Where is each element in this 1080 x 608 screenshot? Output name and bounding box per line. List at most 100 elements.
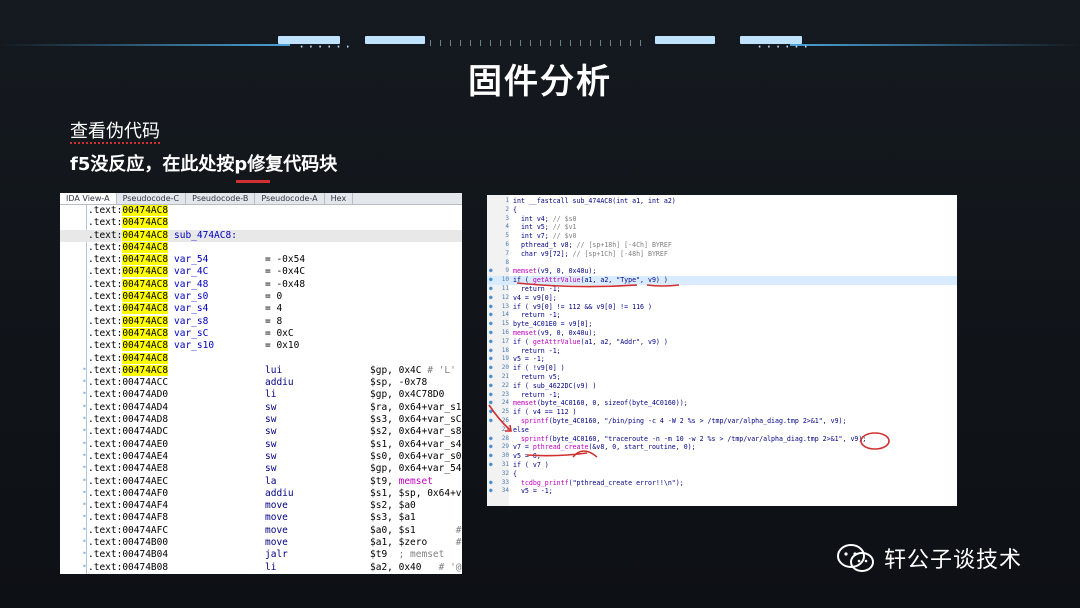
ida-row[interactable]: .text:00474AC8 var_s8 = 8	[60, 315, 462, 328]
ida-row[interactable]: .text:00474AC8	[60, 352, 462, 365]
pseudocode-line[interactable]: ● 24 memset(byte_4C0160, 0, sizeof(byte_4C…	[487, 399, 957, 408]
ida-row[interactable]: .text:00474AC8 var_4C = -0x4C	[60, 266, 462, 278]
pseudocode-line[interactable]: ● 31 if ( v7 )	[487, 461, 957, 470]
pseudocode-line[interactable]: 4 int v5; // $v1	[487, 223, 957, 232]
pseudocode-line[interactable]: 7 char v9[72]; // [sp+1Ch] [-48h] BYREF	[487, 250, 957, 259]
ida-row[interactable]: •.text:00474AE0 sw $s1, 0x64+var_s4($sp)	[60, 439, 462, 451]
ida-address: 00474ACC	[122, 377, 169, 389]
pseudocode-line[interactable]: 3 int v4; // $s0	[487, 215, 957, 224]
pseudocode-line[interactable]: ● 22 if ( sub_4622DC(v9) )	[487, 382, 957, 391]
breakpoint-dot-icon[interactable]: •	[82, 549, 87, 558]
breakpoint-dot-icon[interactable]: •	[82, 488, 87, 497]
breakpoint-dot-icon[interactable]: •	[82, 562, 87, 571]
ida-row[interactable]: •.text:00474B08 li $a2, 0x40 # '@' # n	[60, 562, 462, 574]
pseudocode-listing[interactable]: 1 int __fastcall sub_474AC8(int a1, int a…	[487, 197, 957, 496]
ida-row[interactable]: • .text:00474B04 jalr $t9 ; memset	[60, 549, 462, 561]
breakpoint-dot-icon[interactable]: •	[82, 426, 87, 435]
pseudocode-line[interactable]: ● 12 v4 = v9[0];	[487, 294, 957, 303]
pseudocode-line[interactable]: 5 int v7; // $v0	[487, 232, 957, 241]
ida-row[interactable]: • .text:00474ACC addiu $sp, -0x78	[60, 377, 462, 389]
ida-row[interactable]: •.text:00474AD8 sw $s3, 0x64+var_sC($sp)	[60, 414, 462, 426]
ida-row[interactable]: • .text:00474AC8 lui $gp, 0x4C # 'L'	[60, 364, 462, 377]
ida-row[interactable]: .text:00474AC8 var_s0 = 0	[60, 291, 462, 303]
pseudocode-line[interactable]: ● 11 return -1;	[487, 285, 957, 294]
ida-address: 00474AEC	[122, 475, 169, 487]
ida-row[interactable]: • .text:00474AEC la $t9, memset	[60, 476, 462, 488]
ida-row[interactable]: • .text:00474AD0 li $gp, 0x4C78D0	[60, 389, 462, 401]
ida-row[interactable]: •.text:00474AE8 sw $gp, 0x64+var_54($sp)	[60, 463, 462, 475]
ida-row[interactable]: .text:00474AC8 var_s10 = 0x10	[60, 340, 462, 352]
pseudocode-line[interactable]: ● 13 if ( v9[0] != 112 && v9[0] != 116 )	[487, 303, 957, 312]
ida-row[interactable]: .text:00474AC8	[60, 241, 462, 254]
wechat-icon	[837, 544, 874, 572]
breakpoint-dot-icon[interactable]: •	[82, 476, 87, 485]
breakpoint-dot-icon[interactable]: •	[82, 377, 87, 386]
ida-row[interactable]: .text:00474AC8 var_sC = 0xC	[60, 327, 462, 340]
breakpoint-dot-icon[interactable]: •	[82, 402, 87, 411]
breakpoint-dot-icon[interactable]: •	[82, 365, 87, 374]
pseudocode-line[interactable]: 2{	[487, 206, 957, 215]
breakpoint-dot-icon[interactable]: •	[82, 439, 87, 448]
code-text: return -1;	[513, 284, 561, 293]
pseudocode-line[interactable]: 27 else	[487, 426, 957, 435]
pseudocode-line[interactable]: 1 int __fastcall sub_474AC8(int a1, int a…	[487, 197, 957, 206]
ida-tab[interactable]: Pseudocode-C	[117, 193, 187, 204]
pseudocode-line[interactable]: ● 33 tcdbg_printf("pthread_create error!!…	[487, 479, 957, 488]
pseudocode-line[interactable]: ● 34 v5 = -1;	[487, 487, 957, 496]
ida-disassembly-view[interactable]: IDA View-A Pseudocode-C Pseudocode-B Pseudo…	[60, 193, 462, 574]
ida-segment: .text:	[88, 254, 123, 266]
pseudocode-line[interactable]: ● 18 return -1;	[487, 347, 957, 356]
pseudocode-line[interactable]: ● 15 byte_4C01E0 = v9[0];	[487, 320, 957, 329]
ida-row[interactable]: •.text:00474AE4 sw $s0, 0x64+var_s0($sp)	[60, 451, 462, 463]
ida-tab[interactable]: Pseudocode-A	[255, 193, 325, 204]
pseudocode-line[interactable]: ● 10 if ( getAttrValue(a1, a2, "Type", v9)…	[487, 276, 957, 285]
pseudocode-line[interactable]: ● 26 sprintf(byte_4C0160, "/bin/ping -c 4…	[487, 417, 957, 426]
pseudocode-line[interactable]: ● 17 if ( getAttrValue(a1, a2, "Addr", v9)…	[487, 338, 957, 347]
ida-row[interactable]: .text:00474AC8 var_s4 = 4	[60, 303, 462, 315]
pseudocode-line[interactable]: 6 pthread_t v8; // [sp+18h] [-4Ch] BYREF	[487, 241, 957, 250]
pseudocode-line[interactable]: ● 23 return -1;	[487, 391, 957, 400]
pseudocode-line[interactable]: 8	[487, 259, 957, 268]
ida-row[interactable]: .text:00474AC8 sub_474AC8:	[60, 229, 462, 242]
ida-address: 00474AC8	[122, 303, 169, 315]
ida-operands: $ra, 0x64+var_s10($sp)	[370, 402, 462, 413]
breakpoint-dot-icon[interactable]: •	[82, 463, 87, 472]
pseudocode-line[interactable]: ● 28 sprintf(byte_4C0160, "traceroute -n …	[487, 435, 957, 444]
ida-row[interactable]: • .text:00474AF4 move $s2, $a0	[60, 500, 462, 512]
ida-tab[interactable]: IDA View-A	[60, 193, 117, 204]
pseudocode-line[interactable]: ● 25 if ( v4 == 112 )	[487, 408, 957, 417]
ida-tab[interactable]: Hex	[325, 193, 354, 204]
ida-listing[interactable]: .text:00474AC8 .text:00474AC8 .text:00474A…	[60, 205, 462, 574]
pseudocode-line[interactable]: ● 20 if ( !v9[0] )	[487, 364, 957, 373]
ida-row[interactable]: .text:00474AC8 var_48 = -0x48	[60, 278, 462, 291]
pseudocode-line[interactable]: ● 14 return -1;	[487, 311, 957, 320]
breakpoint-dot-icon[interactable]: •	[82, 512, 87, 521]
breakpoint-dot-icon[interactable]: •	[82, 537, 87, 546]
pseudocode-line[interactable]: ● 21 return v5;	[487, 373, 957, 382]
ida-row[interactable]: •.text:00474ADC sw $s2, 0x64+var_s8($sp)	[60, 426, 462, 438]
pseudocode-line[interactable]: ● 29 v7 = pthread_create(&v8, 0, start_rou…	[487, 443, 957, 452]
ida-row[interactable]: •.text:00474B00 move $a1, $zero # c	[60, 537, 462, 549]
breakpoint-dot-icon[interactable]: •	[82, 525, 87, 534]
breakpoint-dot-icon[interactable]: •	[82, 389, 87, 398]
pseudocode-view[interactable]: 1 int __fastcall sub_474AC8(int a1, int a…	[487, 195, 957, 506]
ida-row[interactable]: .text:00474AC8	[60, 217, 462, 229]
ida-segment: .text:	[88, 475, 123, 487]
pseudocode-line[interactable]: 32 {	[487, 470, 957, 479]
breakpoint-dot-icon[interactable]: •	[82, 414, 87, 423]
ida-row[interactable]: • .text:00474AF8 move $s3, $a1	[60, 512, 462, 524]
pseudocode-line[interactable]: ● 16 memset(v9, 0, 0x40u);	[487, 329, 957, 338]
breakpoint-dot-icon[interactable]: •	[82, 451, 87, 460]
ida-operand-text: $a1, $zero	[370, 537, 428, 549]
ida-row[interactable]: •.text:00474AFC move $a0, $s1 # s	[60, 525, 462, 537]
ida-label: var_sC	[174, 327, 209, 339]
ida-row[interactable]: •.text:00474AF0 addiu $s1, $sp, 0x64+var_4…	[60, 488, 462, 500]
ida-row[interactable]: .text:00474AC8	[60, 205, 462, 217]
ida-row[interactable]: .text:00474AC8 var_54 = -0x54	[60, 254, 462, 266]
breakpoint-dot-icon[interactable]: •	[82, 500, 87, 509]
ida-tab[interactable]: Pseudocode-B	[186, 193, 256, 204]
ida-row[interactable]: •.text:00474AD4 sw $ra, 0x64+var_s10($sp)	[60, 402, 462, 414]
pseudocode-line[interactable]: ● 19 v5 = -1;	[487, 355, 957, 364]
pseudocode-line[interactable]: ● 9 memset(v9, 0, 0x40u);	[487, 267, 957, 276]
pseudocode-line[interactable]: ● 30 v5 = 0;	[487, 452, 957, 461]
